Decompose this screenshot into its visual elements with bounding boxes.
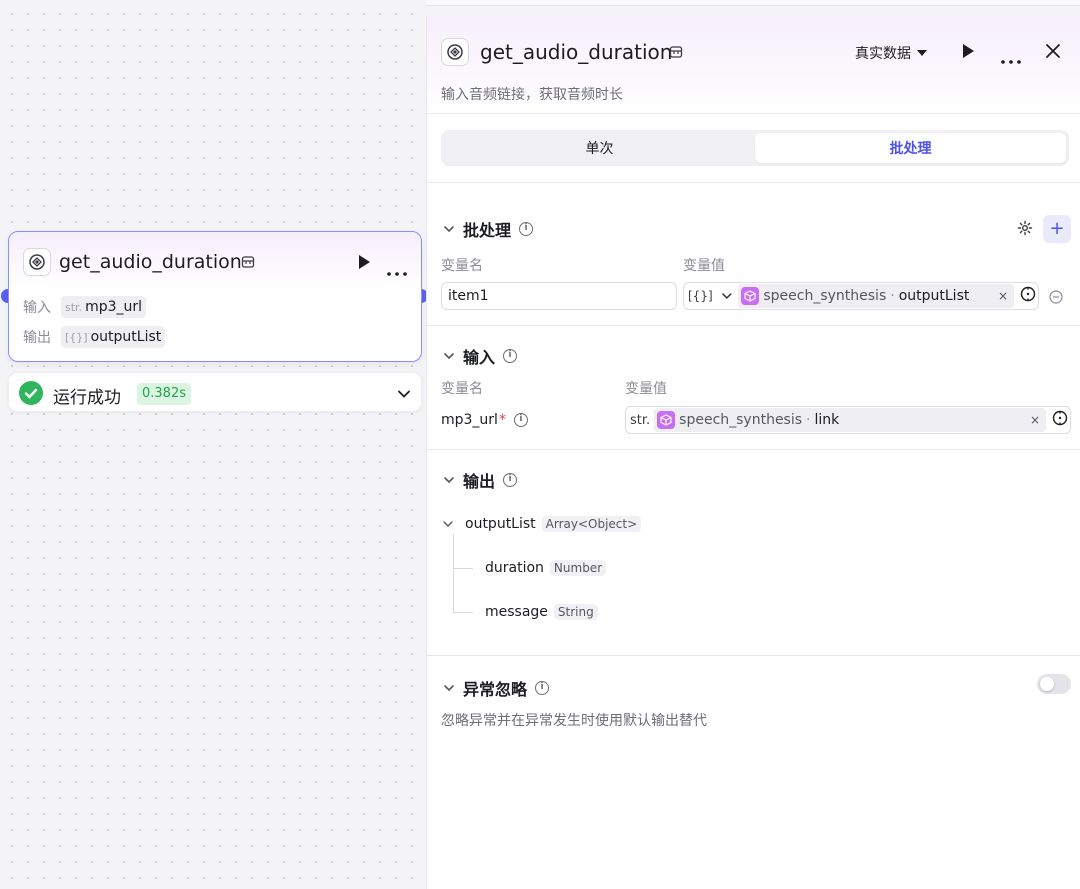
- chevron-down-icon[interactable]: [397, 386, 411, 405]
- success-check-icon: [19, 381, 43, 405]
- panel-header: get_audio_duration 真实数据 输入音频链接，获取音频时长: [427, 16, 1080, 114]
- plugin-logo-icon: [23, 248, 51, 276]
- store-icon: [241, 254, 255, 273]
- tab-single[interactable]: 单次: [444, 133, 755, 163]
- divider: [427, 325, 1080, 326]
- store-icon: [669, 44, 683, 63]
- info-icon[interactable]: i: [503, 473, 518, 487]
- type-tag: str.: [65, 300, 83, 314]
- type-tag: [{}]: [65, 330, 88, 344]
- divider: [427, 655, 1080, 656]
- plugin-logo-icon: [441, 38, 469, 66]
- type-selector[interactable]: [{}]: [688, 289, 713, 303]
- caret-down-icon: [917, 50, 927, 56]
- chevron-down-icon: [443, 679, 455, 698]
- node-input-row: 输入 str. mp3_url: [23, 296, 147, 318]
- chevron-down-icon: [443, 471, 455, 490]
- node-output-row: 输出 [{}] outputList: [23, 326, 166, 348]
- output-section-header[interactable]: 输出 i: [443, 468, 518, 492]
- type-tag: Number: [549, 560, 607, 576]
- chevron-down-icon[interactable]: [721, 290, 733, 302]
- reference-chip: speech_synthesis · outputList ×: [738, 284, 1014, 308]
- node-title: get_audio_duration: [59, 251, 242, 273]
- variable-picker-icon[interactable]: [1020, 286, 1036, 306]
- output-tree-child: duration Number: [485, 560, 607, 576]
- info-icon[interactable]: i: [503, 349, 518, 363]
- output-tree-root[interactable]: outputList Array<Object>: [443, 516, 642, 532]
- type-tag: String: [553, 604, 598, 620]
- tree-connector: [453, 534, 454, 612]
- tree-connector: [453, 612, 473, 613]
- output-tree-child: message String: [485, 604, 598, 620]
- chevron-down-icon: [443, 347, 455, 366]
- input-section-header[interactable]: 输入 i: [443, 344, 518, 368]
- add-batch-variable-button[interactable]: +: [1043, 215, 1071, 243]
- tab-batch[interactable]: 批处理: [755, 133, 1066, 163]
- batch-variable-name-input[interactable]: item1: [441, 282, 677, 310]
- batch-section-header[interactable]: 批处理 i: [443, 217, 534, 241]
- run-mode-tabs: 单次 批处理: [441, 130, 1069, 166]
- chevron-down-icon: [443, 220, 455, 239]
- more-options-icon[interactable]: [387, 261, 407, 280]
- clear-icon[interactable]: ×: [998, 289, 1008, 303]
- exception-description: 忽略异常并在异常发生时使用默认输出替代: [441, 713, 707, 729]
- input-var-chip: str. mp3_url: [61, 296, 147, 318]
- exception-section-header[interactable]: 异常忽略 i: [443, 676, 550, 700]
- ignore-exception-toggle[interactable]: [1037, 674, 1071, 694]
- test-run-button[interactable]: [961, 43, 975, 63]
- clear-icon[interactable]: ×: [1030, 413, 1040, 427]
- divider: [427, 449, 1080, 450]
- variable-picker-icon[interactable]: [1052, 410, 1068, 430]
- info-icon[interactable]: i: [535, 681, 550, 695]
- input-variable-value-field[interactable]: str. speech_synthesis · link ×: [625, 406, 1071, 434]
- column-label: 变量名: [441, 258, 483, 274]
- panel-title: get_audio_duration: [480, 40, 673, 64]
- tree-connector: [453, 568, 473, 569]
- run-result-bar[interactable]: 运行成功 0.382s: [8, 372, 422, 412]
- panel-description: 输入音频链接，获取音频时长: [441, 87, 623, 103]
- plugin-node-card[interactable]: get_audio_duration 输入 str. mp3_url 输出 [{}…: [8, 231, 422, 362]
- type-tag: str.: [630, 412, 651, 428]
- info-icon[interactable]: i: [513, 413, 528, 427]
- type-tag: Array<Object>: [541, 516, 642, 532]
- data-mode-dropdown[interactable]: 真实数据: [855, 43, 927, 63]
- more-options-icon[interactable]: [1001, 49, 1021, 68]
- info-icon[interactable]: i: [519, 222, 534, 236]
- run-status-text: 运行成功: [53, 388, 121, 408]
- output-var-chip: [{}] outputList: [61, 326, 166, 348]
- node-config-panel: get_audio_duration 真实数据 输入音频链接，获取音频时长 单次…: [426, 16, 1080, 889]
- close-icon[interactable]: [1045, 43, 1061, 63]
- run-time-badge: 0.382s: [137, 383, 191, 405]
- cube-icon: [741, 287, 760, 305]
- batch-variable-value-field[interactable]: [{}] speech_synthesis · outputList ×: [683, 282, 1039, 310]
- chevron-down-icon: [443, 521, 453, 527]
- column-label: 变量值: [625, 381, 667, 397]
- column-label: 变量名: [441, 381, 483, 397]
- column-label: 变量值: [683, 258, 725, 274]
- gear-icon[interactable]: [1017, 220, 1033, 240]
- divider: [427, 182, 1080, 183]
- input-variable-name: mp3_url * i: [441, 412, 528, 428]
- reference-chip: speech_synthesis · link ×: [654, 408, 1047, 432]
- remove-row-icon[interactable]: [1049, 289, 1063, 308]
- workflow-canvas[interactable]: get_audio_duration 输入 str. mp3_url 输出 [{}…: [0, 0, 428, 889]
- cube-icon: [657, 411, 676, 429]
- run-node-button[interactable]: [357, 254, 371, 274]
